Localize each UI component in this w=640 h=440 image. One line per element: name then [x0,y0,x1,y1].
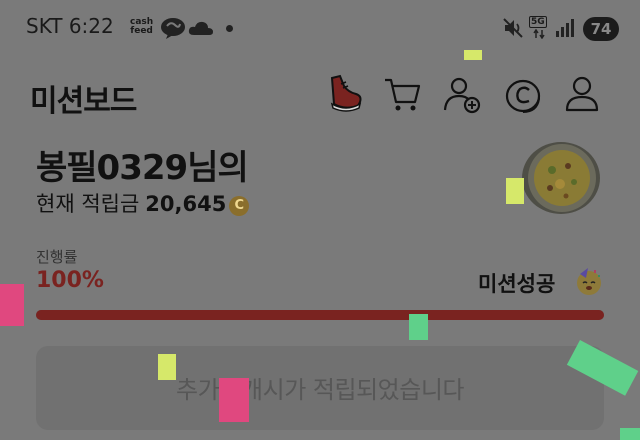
page-title: 미션보드 [30,84,137,119]
coin-c-icon[interactable] [503,74,543,114]
confetti-piece [219,378,249,422]
network-arrows-icon [533,29,545,39]
shoe-icon[interactable] [324,74,364,114]
user-greeting: 봉필0329님의 [36,148,249,188]
confetti-piece [464,50,482,60]
avatar[interactable] [522,142,600,214]
coin-icon: C [229,196,250,216]
cloud-icon [188,21,213,35]
battery-indicator: 74 [583,17,619,41]
confetti-piece [506,178,524,204]
network-5g-label: 5G [529,16,547,28]
chat-bubble-icon [161,18,185,39]
status-bar: SKT 6:22 cash feed 5G 74 [0,0,640,56]
progress-bar [36,310,604,320]
cashfeed-app-icon: cash feed [130,18,153,36]
progress-bar-fill [36,310,604,320]
cart-icon[interactable] [382,74,422,114]
progress-label: 진행률 [36,248,78,266]
notice-text: 추가 4개시가 적립되었습니다 [176,376,465,404]
notification-dot-icon [226,25,233,32]
add-user-icon[interactable] [442,74,482,114]
carrier-time: SKT 6:22 [26,14,114,38]
points-row: 현재 적립금 20,645 C [36,188,250,218]
signal-icon [556,19,574,37]
confetti-piece [158,354,176,380]
points-value: 20,645 [145,192,227,216]
mission-status: 미션성공 [478,272,556,296]
cashfeed-line2: feed [130,26,153,36]
party-face-icon [577,268,601,295]
profile-icon[interactable] [562,74,602,114]
confetti-piece [0,284,24,326]
confetti-piece [620,428,640,440]
progress-value: 100% [36,268,104,293]
points-label: 현재 적립금 [36,192,140,216]
notice-banner: 추가 4개시가 적립되었습니다 [36,346,604,430]
confetti-piece [409,314,428,340]
mute-icon [503,18,523,38]
